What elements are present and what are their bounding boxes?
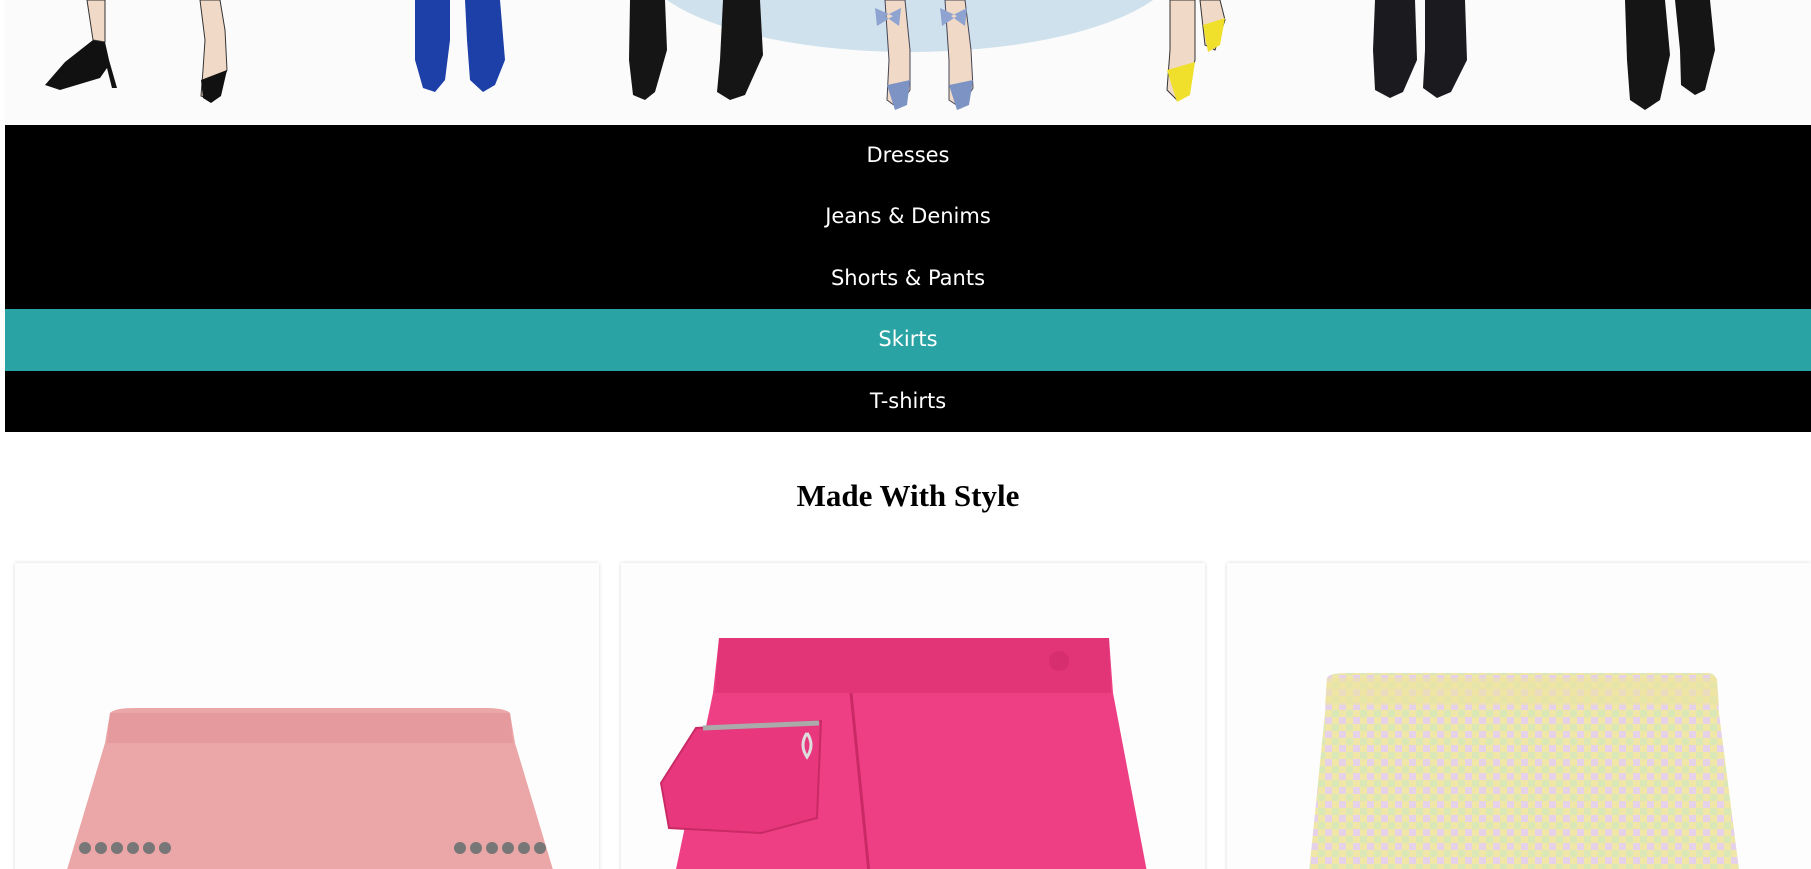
nav-item-shorts-pants[interactable]: Shorts & Pants xyxy=(5,248,1811,309)
pastel-houndstooth-skirt-image xyxy=(1227,563,1811,869)
category-nav: Dresses Jeans & Denims Shorts & Pants Sk… xyxy=(5,125,1811,432)
nav-item-t-shirts[interactable]: T-shirts xyxy=(5,371,1811,432)
page: Dresses Jeans & Denims Shorts & Pants Sk… xyxy=(5,0,1811,869)
pink-cargo-skirt-image xyxy=(621,563,1205,869)
nav-item-skirts[interactable]: Skirts xyxy=(5,309,1811,371)
nav-item-dresses[interactable]: Dresses xyxy=(5,125,1811,186)
nav-item-jeans-denims[interactable]: Jeans & Denims xyxy=(5,186,1811,247)
shoe-illustrations-image xyxy=(5,0,1811,125)
product-card-houndstooth-pastel-skirt[interactable] xyxy=(1227,563,1811,869)
pink-skirt-image xyxy=(15,563,599,869)
product-card-pink-wrap-cargo-skirt[interactable] xyxy=(621,563,1205,869)
section-heading: Made With Style xyxy=(796,478,1020,513)
hero-banner xyxy=(5,0,1811,125)
product-card-pink-tweed-skirt[interactable] xyxy=(15,563,599,869)
